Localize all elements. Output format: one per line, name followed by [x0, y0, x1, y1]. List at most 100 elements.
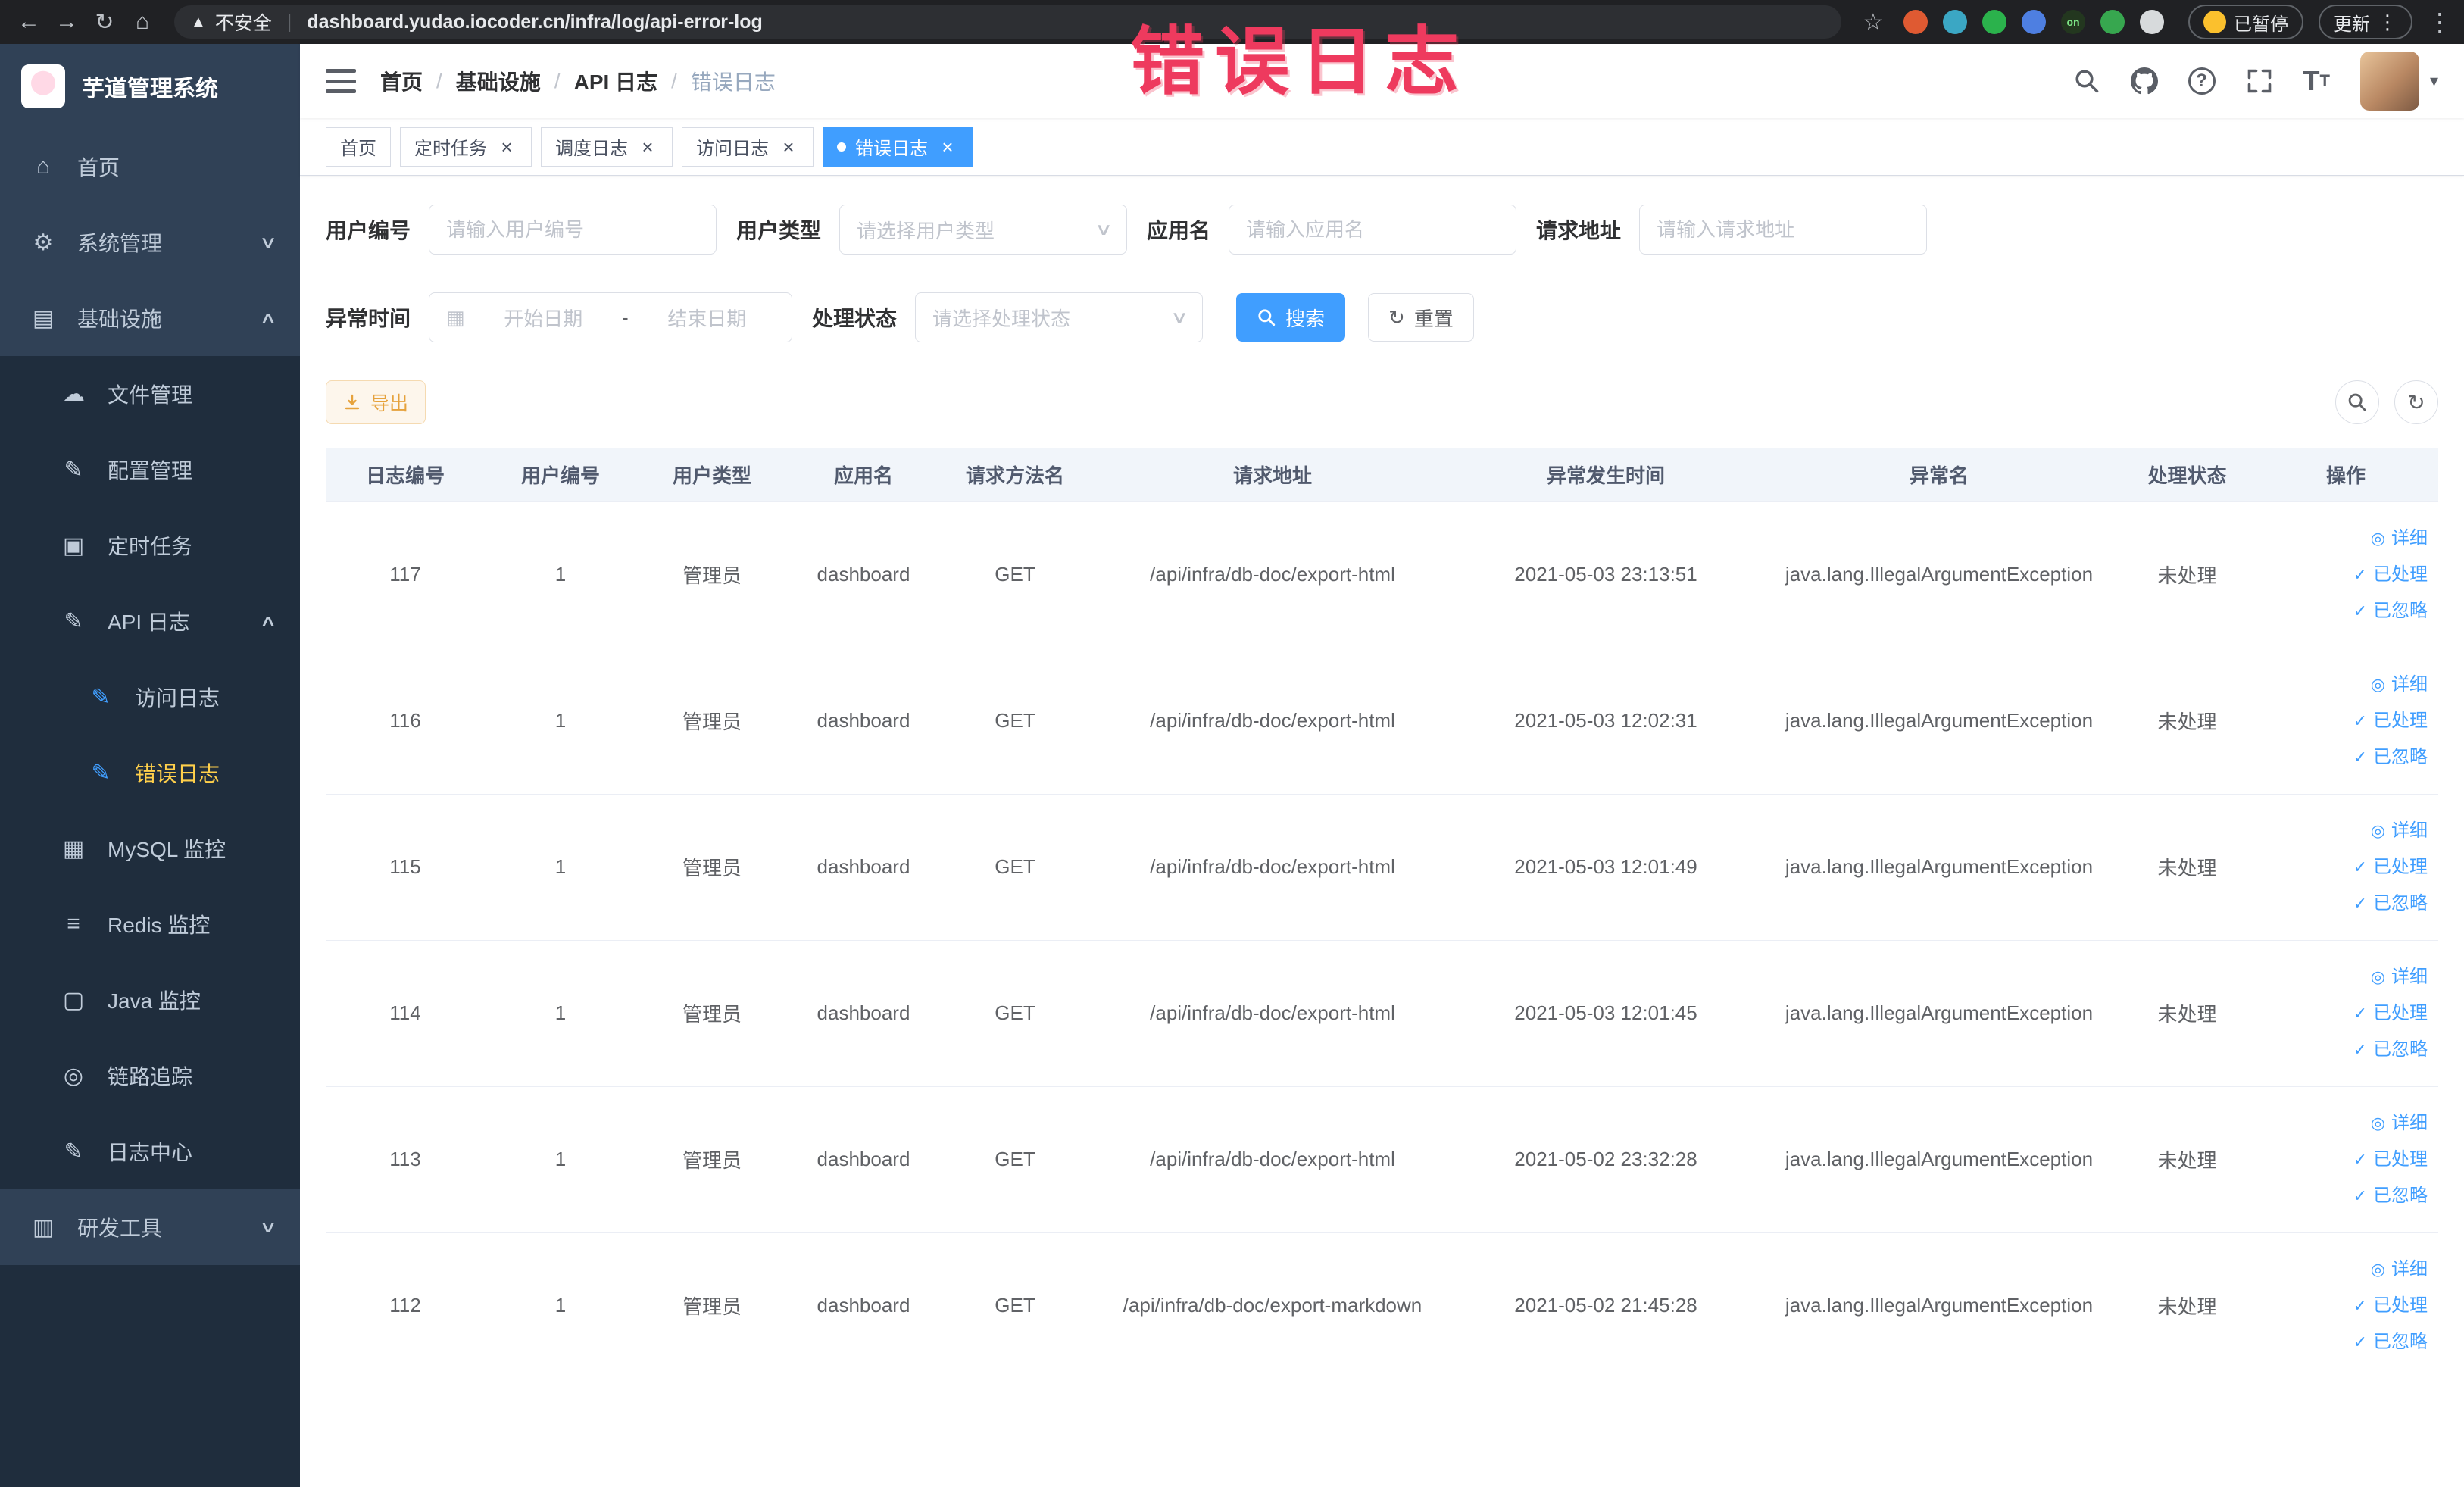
- user-type-select[interactable]: 请选择用户类型 ∨: [839, 205, 1128, 255]
- sidebar-item-trace[interactable]: ◎ 链路追踪: [0, 1038, 300, 1114]
- detail-link[interactable]: ◎ 详细: [2264, 667, 2428, 703]
- bookmark-star-icon[interactable]: ☆: [1857, 5, 1890, 39]
- sidebar-item-api-log[interactable]: ✎ API 日志 ∧: [0, 583, 300, 659]
- cell-request-url: /api/infra/db-doc/export-html: [1091, 940, 1454, 1087]
- security-warning-icon: ▲: [191, 13, 206, 30]
- github-icon[interactable]: [2130, 67, 2158, 95]
- close-icon[interactable]: ×: [778, 136, 799, 158]
- extension-icon-leaf[interactable]: [2100, 10, 2125, 34]
- header-search-icon[interactable]: [2073, 67, 2100, 95]
- extension-icon-orange[interactable]: [1903, 10, 1928, 34]
- mark-ignored-link[interactable]: ✓ 已忽略: [2264, 886, 2428, 922]
- extension-icon-on-badge[interactable]: on: [2061, 10, 2085, 34]
- address-bar[interactable]: ▲ 不安全 | dashboard.yudao.iocoder.cn/infra…: [174, 5, 1841, 39]
- breadcrumb-api-log[interactable]: API 日志: [574, 66, 657, 96]
- paused-badge[interactable]: 已暂停: [2188, 5, 2303, 39]
- close-icon[interactable]: ×: [937, 136, 958, 158]
- mark-processed-link[interactable]: ✓ 已处理: [2264, 1142, 2428, 1178]
- sidebar-item-access-log[interactable]: ✎ 访问日志: [0, 659, 300, 735]
- forward-icon[interactable]: →: [50, 5, 83, 39]
- cell-actions: ◎ 详细 ✓ 已处理 ✓ 已忽略: [2253, 940, 2438, 1087]
- tab-2[interactable]: 调度日志 ×: [541, 127, 673, 167]
- exception-time-range-picker[interactable]: ▦ 开始日期 - 结束日期: [429, 292, 793, 342]
- mark-ignored-link[interactable]: ✓ 已忽略: [2264, 1032, 2428, 1068]
- user-menu[interactable]: ▾: [2359, 52, 2438, 111]
- app-name-input[interactable]: [1229, 205, 1517, 255]
- mark-processed-link[interactable]: ✓ 已处理: [2264, 1288, 2428, 1324]
- action-label: 详细: [2391, 673, 2428, 695]
- close-icon[interactable]: ×: [496, 136, 517, 158]
- action-label: 详细: [2391, 1112, 2428, 1133]
- sidebar-item-scheduled-job[interactable]: ▣ 定时任务: [0, 508, 300, 583]
- sidebar-item-config-manage[interactable]: ✎ 配置管理: [0, 432, 300, 508]
- tab-3[interactable]: 访问日志 ×: [682, 127, 814, 167]
- mark-ignored-link[interactable]: ✓ 已忽略: [2264, 1324, 2428, 1360]
- start-date-placeholder: 开始日期: [504, 307, 583, 330]
- sidebar-filler: [0, 1265, 300, 1487]
- sidebar-item-home[interactable]: ⌂ 首页: [0, 129, 300, 205]
- sidebar-item-dev-tools[interactable]: ▥ 研发工具 ∨: [0, 1189, 300, 1265]
- mark-processed-link[interactable]: ✓ 已处理: [2264, 703, 2428, 739]
- sidebar-item-java-monitor[interactable]: ▢ Java 监控: [0, 962, 300, 1038]
- table-refresh-button[interactable]: ↻: [2394, 380, 2438, 424]
- breadcrumb-separator: /: [436, 69, 442, 92]
- cell-user-id: 1: [485, 794, 636, 941]
- mark-ignored-link[interactable]: ✓ 已忽略: [2264, 593, 2428, 629]
- config-manage-icon: ✎: [64, 457, 83, 483]
- app-logo[interactable]: 芋道管理系统: [0, 44, 300, 129]
- extension-icon-teal[interactable]: [1943, 10, 1967, 34]
- search-toggle-button[interactable]: [2335, 380, 2379, 424]
- font-size-icon[interactable]: TT: [2303, 65, 2330, 97]
- detail-link[interactable]: ◎ 详细: [2264, 813, 2428, 849]
- mark-processed-link[interactable]: ✓ 已处理: [2264, 557, 2428, 593]
- sidebar-item-redis-monitor[interactable]: ≡ Redis 监控: [0, 886, 300, 962]
- sidebar-menu: ⌂ 首页 ⚙ 系统管理 ∨ ▤ 基础设施 ∧ ☁ 文件管理 ✎ 配置管理 ▣ 定时任务 ✎ API 日志 ∧ ✎ 访…: [0, 129, 300, 1265]
- cell-log-id: 113: [326, 1086, 485, 1233]
- sidebar-item-gear[interactable]: ⚙ 系统管理 ∨: [0, 205, 300, 280]
- close-icon[interactable]: ×: [637, 136, 658, 158]
- browser-home-icon[interactable]: ⌂: [126, 5, 159, 39]
- tab-1[interactable]: 定时任务 ×: [400, 127, 532, 167]
- mark-processed-link[interactable]: ✓ 已处理: [2264, 849, 2428, 886]
- browser-menu-icon[interactable]: ⋮: [2428, 8, 2452, 36]
- detail-link[interactable]: ◎ 详细: [2264, 1251, 2428, 1288]
- extension-icon-blue[interactable]: [2022, 10, 2046, 34]
- redis-monitor-icon: ≡: [67, 911, 80, 936]
- detail-link[interactable]: ◎ 详细: [2264, 959, 2428, 995]
- request-url-input[interactable]: [1639, 205, 1928, 255]
- hamburger-icon[interactable]: [326, 69, 356, 93]
- table-toolbar: 导出 ↻: [326, 380, 2438, 424]
- mark-ignored-link[interactable]: ✓ 已忽略: [2264, 739, 2428, 776]
- mark-ignored-link[interactable]: ✓ 已忽略: [2264, 1178, 2428, 1214]
- tab-4[interactable]: 错误日志 ×: [823, 127, 973, 167]
- tab-0[interactable]: 首页: [326, 127, 391, 167]
- reset-button[interactable]: ↻ 重置: [1368, 293, 1474, 342]
- action-label: 已处理: [2373, 710, 2428, 731]
- sidebar-item-file-manage[interactable]: ☁ 文件管理: [0, 356, 300, 432]
- mark-processed-link[interactable]: ✓ 已处理: [2264, 995, 2428, 1032]
- table-row: 116 1 管理员 dashboard GET/api/infra/db-doc/exp…: [326, 648, 2438, 795]
- action-label: 已忽略: [2373, 1039, 2428, 1060]
- breadcrumb-home[interactable]: 首页: [380, 66, 423, 96]
- sidebar-item-error-log[interactable]: ✎ 错误日志: [0, 735, 300, 811]
- sidebar-item-mysql-monitor[interactable]: ▦ MySQL 监控: [0, 811, 300, 886]
- breadcrumb-infrastructure[interactable]: 基础设施: [456, 66, 541, 96]
- sidebar-item-log-center[interactable]: ✎ 日志中心: [0, 1114, 300, 1189]
- search-button[interactable]: 搜索: [1236, 293, 1346, 342]
- app-shell: 芋道管理系统 ⌂ 首页 ⚙ 系统管理 ∨ ▤ 基础设施 ∧ ☁ 文件管理 ✎ 配置管理 ▣ 定时任务 ✎ AP…: [0, 44, 2464, 1487]
- reload-icon[interactable]: ↻: [88, 5, 121, 39]
- extension-icon-paw[interactable]: [2140, 10, 2164, 34]
- app-title: 芋道管理系统: [82, 77, 218, 102]
- back-icon[interactable]: ←: [12, 5, 45, 39]
- detail-link[interactable]: ◎ 详细: [2264, 520, 2428, 557]
- help-icon[interactable]: ?: [2188, 67, 2216, 95]
- fullscreen-icon[interactable]: [2246, 67, 2273, 95]
- sidebar-item-infrastructure[interactable]: ▤ 基础设施 ∧: [0, 280, 300, 356]
- update-button[interactable]: 更新 ⋮: [2319, 5, 2412, 39]
- detail-link[interactable]: ◎ 详细: [2264, 1105, 2428, 1142]
- extension-icon-green[interactable]: [1982, 10, 2006, 34]
- export-button[interactable]: 导出: [326, 380, 426, 424]
- process-status-select[interactable]: 请选择处理状态 ∨: [915, 292, 1204, 342]
- cell-actions: ◎ 详细 ✓ 已处理 ✓ 已忽略: [2253, 794, 2438, 941]
- user-id-input[interactable]: [429, 205, 717, 255]
